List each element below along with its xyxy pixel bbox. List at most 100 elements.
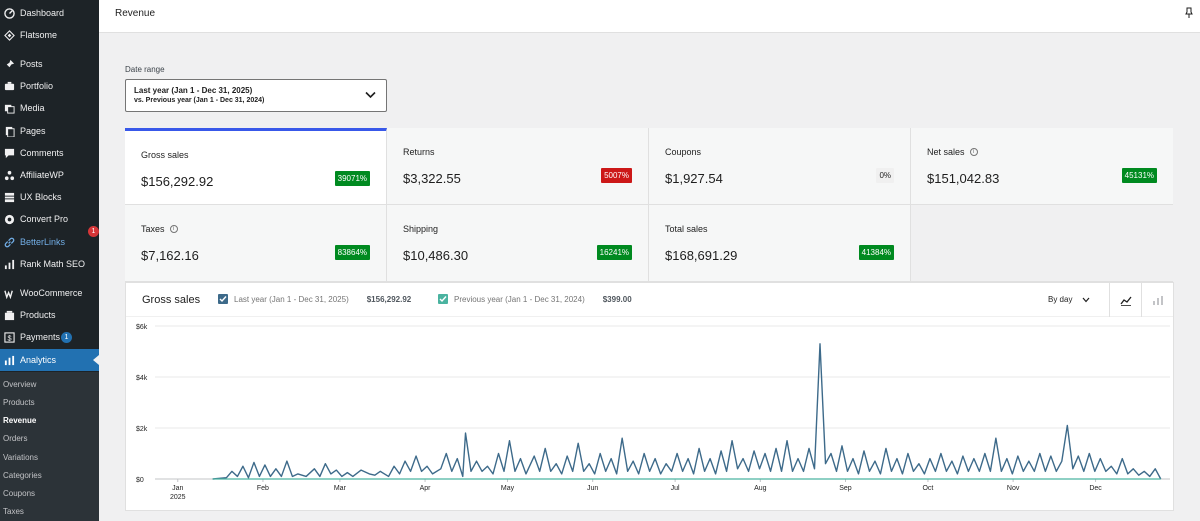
- y-tick-label: $2k: [136, 426, 148, 433]
- woocommerce-icon: [2, 286, 16, 300]
- media-icon: [2, 101, 16, 115]
- card-total-sales[interactable]: Total sales $168,691.29 41384%: [649, 205, 911, 282]
- date-range-label: Date range: [125, 65, 165, 74]
- submenu-item-categories[interactable]: Categories: [0, 467, 99, 485]
- line-chart-toggle[interactable]: [1109, 283, 1142, 317]
- card-label: Coupons: [665, 147, 702, 157]
- sidebar-item-portfolio[interactable]: Portfolio: [0, 75, 99, 97]
- card-label: Returns: [403, 147, 435, 157]
- sidebar-item-flatsome[interactable]: Flatsome: [0, 24, 99, 46]
- card-net-sales[interactable]: Net sales i $151,042.83 45131%: [911, 128, 1173, 205]
- comments-icon: [2, 146, 16, 160]
- legend-value: $156,292.92: [366, 294, 412, 304]
- sidebar-item-betterlinks[interactable]: BetterLinks 1: [0, 226, 99, 253]
- submenu-item-revenue[interactable]: Revenue: [0, 412, 99, 430]
- submenu-item-overview[interactable]: Overview: [0, 376, 99, 394]
- page-header: Revenue: [99, 0, 1200, 33]
- pin-icon[interactable]: [1184, 7, 1194, 19]
- gross-sales-chart: $6k $4k $2k $0 Jan Feb Mar Apr May Jun Jul Aug Sep Oc…: [136, 324, 1170, 501]
- sidebar-item-comments[interactable]: Comments: [0, 142, 99, 164]
- x-tick-label: May: [501, 485, 515, 492]
- ux-blocks-icon: [2, 190, 16, 204]
- sidebar-item-woocommerce[interactable]: WooCommerce: [0, 282, 99, 304]
- chart-panel: Gross sales Last year (Jan 1 - Dec 31, 2…: [125, 282, 1174, 511]
- sidebar-item-label: Posts: [20, 59, 43, 69]
- card-label: Net sales i: [927, 147, 978, 157]
- card-value: $156,292.92: [141, 174, 214, 189]
- date-range-main: Last year (Jan 1 - Dec 31, 2025): [134, 86, 253, 95]
- line-chart-icon: [1120, 296, 1132, 306]
- sidebar-item-label: Dashboard: [20, 8, 65, 18]
- card-label: Gross sales: [141, 150, 189, 160]
- series-line-current: [212, 343, 1162, 480]
- checkbox-checked-icon[interactable]: [218, 294, 228, 304]
- submenu-item-taxes[interactable]: Taxes: [0, 503, 99, 521]
- submenu-item-variations[interactable]: Variations: [0, 449, 99, 467]
- sidebar-item-payments[interactable]: $ Payments 1: [0, 326, 99, 348]
- info-icon[interactable]: i: [169, 225, 178, 233]
- pin-icon: [2, 57, 16, 71]
- sidebar-item-ux-blocks[interactable]: UX Blocks: [0, 186, 99, 208]
- chevron-down-icon: [1083, 297, 1090, 302]
- interval-select[interactable]: By day: [1048, 295, 1090, 304]
- card-value: $1,927.54: [665, 171, 723, 186]
- y-tick-label: $4k: [136, 375, 148, 382]
- submenu-item-products[interactable]: Products: [0, 394, 99, 412]
- sidebar-item-label: Media: [20, 103, 45, 113]
- date-range-select[interactable]: Last year (Jan 1 - Dec 31, 2025) vs. Pre…: [125, 79, 387, 112]
- card-returns[interactable]: Returns $3,322.55 5007%: [387, 128, 649, 205]
- card-value: $151,042.83: [927, 171, 1000, 186]
- sidebar-item-affiliatewp[interactable]: AffiliateWP: [0, 164, 99, 186]
- delta-badge: 83864%: [334, 245, 370, 260]
- legend-item-current[interactable]: Last year (Jan 1 - Dec 31, 2025) $156,29…: [218, 294, 411, 304]
- legend-label: Previous year (Jan 1 - Dec 31, 2024): [454, 294, 585, 304]
- svg-text:$: $: [7, 333, 11, 342]
- sidebar-item-analytics[interactable]: Analytics: [0, 349, 99, 371]
- card-shipping[interactable]: Shipping $10,486.30 16241%: [387, 205, 649, 282]
- sidebar-item-label: Analytics: [20, 355, 57, 365]
- sidebar-item-posts[interactable]: Posts: [0, 53, 99, 75]
- info-icon[interactable]: i: [969, 148, 978, 156]
- submenu-item-orders[interactable]: Orders: [0, 430, 99, 448]
- submenu-item-coupons[interactable]: Coupons: [0, 485, 99, 503]
- sidebar-item-rank-math-seo[interactable]: Rank Math SEO: [0, 253, 99, 275]
- sidebar-item-label: Rank Math SEO: [20, 259, 86, 269]
- sidebar-item-media[interactable]: Media: [0, 97, 99, 119]
- bar-chart-toggle[interactable]: [1141, 283, 1174, 317]
- delta-badge: 0%: [876, 168, 894, 183]
- chevron-down-icon: [365, 91, 376, 99]
- card-coupons[interactable]: Coupons $1,927.54 0%: [649, 128, 911, 205]
- sidebar-item-dashboard[interactable]: Dashboard: [0, 2, 99, 24]
- legend-item-previous[interactable]: Previous year (Jan 1 - Dec 31, 2024) $39…: [438, 294, 632, 304]
- card-empty: [911, 205, 1173, 282]
- rank-math-icon: [2, 257, 16, 271]
- checkbox-checked-icon[interactable]: [438, 294, 448, 304]
- x-tick-label: Jan: [172, 485, 183, 492]
- sidebar-item-label: Comments: [20, 148, 64, 158]
- chart-title: Gross sales: [142, 294, 201, 306]
- sidebar-item-convert-pro[interactable]: Convert Pro: [0, 208, 99, 230]
- sidebar-item-label: Convert Pro: [20, 214, 69, 224]
- sidebar-item-label: Products: [20, 310, 56, 320]
- link-icon: [2, 235, 16, 249]
- dashboard-icon: [2, 6, 16, 20]
- sidebar-item-label: UX Blocks: [20, 192, 62, 202]
- affiliatewp-icon: [2, 168, 16, 182]
- x-tick-label: Apr: [420, 485, 432, 492]
- sidebar-item-label: BetterLinks: [20, 237, 66, 247]
- y-tick-label: $6k: [136, 324, 148, 331]
- page-title: Revenue: [115, 8, 156, 19]
- sidebar-item-products[interactable]: Products: [0, 304, 99, 326]
- date-range-compare: vs. Previous year (Jan 1 - Dec 31, 2024): [134, 97, 265, 104]
- admin-sidebar: Dashboard Flatsome Posts Portfolio Media…: [0, 0, 99, 521]
- x-tick-label: Nov: [1007, 485, 1020, 492]
- portfolio-icon: [2, 79, 16, 93]
- sidebar-item-pages[interactable]: Pages: [0, 120, 99, 142]
- card-value: $10,486.30: [403, 248, 469, 263]
- card-taxes[interactable]: Taxes i $7,162.16 83864%: [125, 205, 387, 282]
- legend-label: Last year (Jan 1 - Dec 31, 2025): [234, 294, 349, 304]
- card-label: Taxes i: [141, 224, 178, 234]
- card-gross-sales[interactable]: Gross sales $156,292.92 39071%: [125, 128, 387, 205]
- card-value: $168,691.29: [665, 248, 738, 263]
- analytics-icon: [2, 353, 16, 367]
